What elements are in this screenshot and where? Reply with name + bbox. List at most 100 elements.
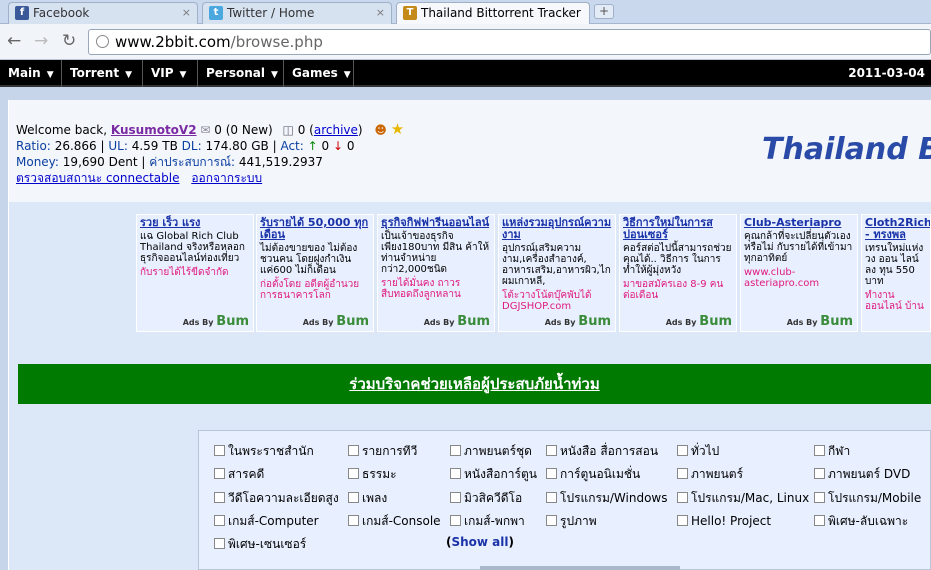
checkbox-icon[interactable] (214, 468, 225, 479)
checkbox-icon[interactable] (214, 492, 225, 503)
close-icon[interactable]: × (182, 3, 191, 23)
mail-icon[interactable]: ✉ (200, 123, 210, 137)
ad-title[interactable]: แหล่งรวมอุปกรณ์ความงาม (502, 217, 612, 241)
category-checkbox[interactable]: สารคดี (214, 466, 264, 482)
ads-by-label[interactable]: Ads By Bum (666, 315, 732, 328)
ad-title[interactable]: ธุรกิจกิฟฟารีนออนไลน์ (381, 217, 491, 229)
category-checkbox[interactable]: รูปภาพ (546, 513, 597, 529)
ads-by-label[interactable]: Ads By Bum (183, 315, 249, 328)
checkbox-icon[interactable] (546, 445, 557, 456)
ad-block[interactable]: ธุรกิจกิฟฟารีนออนไลน์ เป็นเจ้าของธุรกิจ … (377, 214, 495, 332)
tab-twitter[interactable]: t Twitter / Home × (202, 2, 392, 24)
checkbox-icon[interactable] (348, 445, 359, 456)
nav-main[interactable]: Main ▼ (0, 60, 62, 87)
donate-banner[interactable]: ร่วมบริจาคช่วยเหลือผู้ประสบภัยน้ำท่วม (18, 364, 931, 404)
category-checkbox[interactable]: โปรแกรม/Mac, Linux (677, 490, 809, 506)
check-connectable-link[interactable]: ตรวจสอบสถานะ connectable (16, 171, 179, 185)
address-bar[interactable]: www.2bbit.com/browse.php (88, 29, 931, 55)
category-checkbox[interactable]: วีดีโอความละเอียดสูง (214, 490, 339, 506)
category-checkbox[interactable]: Hello! Project (677, 513, 771, 529)
category-checkbox[interactable]: ภาพยนตร์ชุด (450, 443, 532, 459)
new-tab-button[interactable]: + (594, 4, 614, 19)
ad-title[interactable]: วิธีการใหม่ในการสปอนเซอร์ (623, 217, 733, 241)
ad-block[interactable]: วิธีการใหม่ในการสปอนเซอร์ คอร์สต่อไปนี้ส… (619, 214, 737, 332)
show-all-link[interactable]: Show all (451, 535, 508, 549)
category-checkbox[interactable]: โปรแกรม/Mobile (814, 490, 921, 506)
archive-link[interactable]: archive (314, 123, 358, 137)
checkbox-icon[interactable] (450, 468, 461, 479)
category-checkbox[interactable]: ธรรมะ (348, 466, 397, 482)
checkbox-icon[interactable] (450, 492, 461, 503)
checkbox-icon[interactable] (546, 515, 557, 526)
close-icon[interactable]: × (376, 3, 385, 23)
site-logo[interactable]: Thailand Bi (762, 132, 931, 167)
category-checkbox[interactable]: เกมส์-Computer (214, 513, 319, 529)
nav-games[interactable]: Games ▼ (284, 60, 354, 87)
ads-by-label[interactable]: Ads By Bum (303, 315, 369, 328)
ad-url[interactable]: มาขอสมัครเอง 8-9 คนต่อเดือน (623, 279, 733, 301)
ads-by-label[interactable]: Ads By Bum (545, 315, 611, 328)
tab-thailand-bittorrent[interactable]: T Thailand Bittorrent Tracker (396, 2, 590, 25)
ad-block[interactable]: Club-Asteriapro คุณกล้าที่จะเปลี่ยนตัวเอ… (740, 214, 858, 332)
category-checkbox[interactable]: ทั่วไป (677, 443, 719, 459)
checkbox-icon[interactable] (814, 445, 825, 456)
ad-url[interactable]: www.club-asteriapro.com (744, 267, 854, 289)
category-checkbox[interactable]: เพลง (348, 490, 387, 506)
logout-link[interactable]: ออกจากระบบ (191, 171, 262, 185)
checkbox-icon[interactable] (214, 445, 225, 456)
ad-block[interactable]: รับรายได้ 50,000 ทุกเดือน ไม่ต้องขายของ … (256, 214, 374, 332)
checkbox-icon[interactable] (450, 515, 461, 526)
ad-block[interactable]: รวย เร็ว แรง แฉ Global Rich Club Thailan… (136, 214, 254, 332)
ad-url[interactable]: ทำงานออนไลน์ บ้าน (865, 290, 927, 312)
nav-personal[interactable]: Personal ▼ (198, 60, 284, 87)
checkbox-icon[interactable] (214, 538, 225, 549)
ads-by-label[interactable]: Ads By Bum (424, 315, 490, 328)
category-checkbox[interactable]: พิเศษ-เซนเซอร์ (214, 536, 306, 552)
ad-title[interactable]: Club-Asteriapro (744, 217, 854, 229)
checkbox-icon[interactable] (677, 515, 688, 526)
nav-torrent[interactable]: Torrent ▼ (62, 60, 143, 87)
ads-by-label[interactable]: Ads By Bum (787, 315, 853, 328)
archive-icon[interactable]: ◫ (283, 123, 294, 137)
ad-title[interactable]: Cloth2Rich - ทรงพล (865, 217, 930, 241)
checkbox-icon[interactable] (814, 492, 825, 503)
checkbox-icon[interactable] (348, 492, 359, 503)
reload-icon[interactable]: ↻ (62, 32, 76, 50)
category-checkbox[interactable]: เกมส์-Console (348, 513, 441, 529)
category-checkbox[interactable]: โปรแกรม/Windows (546, 490, 667, 506)
ad-url[interactable]: ก่อตั้งโดย อดีตผู้อำนวยการธนาคารโลก (260, 279, 370, 301)
checkbox-icon[interactable] (546, 492, 557, 503)
back-arrow-icon[interactable]: ← (7, 32, 21, 50)
checkbox-icon[interactable] (546, 468, 557, 479)
checkbox-icon[interactable] (214, 515, 225, 526)
checkbox-icon[interactable] (677, 445, 688, 456)
nav-vip[interactable]: VIP ▼ (143, 60, 198, 87)
checkbox-icon[interactable] (677, 492, 688, 503)
category-checkbox[interactable]: ภาพยนตร์ (677, 466, 743, 482)
ad-block[interactable]: แหล่งรวมอุปกรณ์ความงาม อุปกรณ์เสริมความง… (498, 214, 616, 332)
ad-url[interactable]: รายได้มั่นคง ถาวร สืบทอดถึงลูกหลาน (381, 278, 491, 300)
category-checkbox[interactable]: เกมส์-พกพา (450, 513, 525, 529)
category-checkbox[interactable]: ภาพยนตร์ DVD (814, 466, 910, 482)
checkbox-icon[interactable] (450, 445, 461, 456)
category-checkbox[interactable]: รายการทีวี (348, 443, 417, 459)
checkbox-icon[interactable] (814, 468, 825, 479)
category-checkbox[interactable]: มิวสิควีดีโอ (450, 490, 522, 506)
ad-title[interactable]: รับรายได้ 50,000 ทุกเดือน (260, 217, 370, 241)
ad-url[interactable]: โต้ะวางโน้ตบุ๊คพับได้ DGJSHOP.com (502, 290, 612, 312)
checkbox-icon[interactable] (677, 468, 688, 479)
friends-icon[interactable]: ☻ (374, 123, 387, 137)
category-checkbox[interactable]: พิเศษ-ลับเฉพาะ (814, 513, 908, 529)
checkbox-icon[interactable] (348, 515, 359, 526)
ad-block[interactable]: Cloth2Rich - ทรงพล เทรนใหม่แห่งวง ออน ไล… (861, 214, 931, 332)
checkbox-icon[interactable] (348, 468, 359, 479)
forward-arrow-icon[interactable]: → (34, 32, 48, 50)
category-checkbox[interactable]: การ์ตูนอนิเมชั่น (546, 466, 640, 482)
username-link[interactable]: KusumotoV2 (111, 123, 197, 137)
ad-url[interactable]: กับรายได้ไร้ขีดจำกัด (140, 267, 250, 278)
category-checkbox[interactable]: กีฬา (814, 443, 850, 459)
tab-facebook[interactable]: f Facebook × (8, 2, 198, 24)
category-checkbox[interactable]: ในพระราชสำนัก (214, 443, 314, 459)
category-checkbox[interactable]: หนังสือการ์ตูน (450, 466, 537, 482)
star-icon[interactable]: ★ (391, 120, 404, 138)
